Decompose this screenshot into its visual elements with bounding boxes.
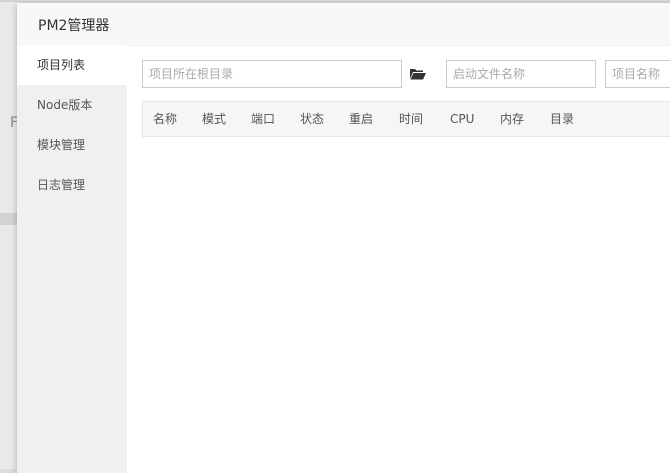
sidebar-item-log-management[interactable]: 日志管理	[17, 165, 127, 205]
column-header-memory: 内存	[500, 112, 525, 126]
dialog-title: PM2管理器	[38, 18, 110, 34]
sidebar-item-module-management[interactable]: 模块管理	[17, 125, 127, 165]
project-name-input[interactable]	[605, 60, 670, 88]
start-file-input[interactable]	[446, 60, 596, 88]
project-list-panel: 名称 模式 端口 状态 重启 时间 CPU 内存 目录	[127, 45, 670, 473]
column-header-mode: 模式	[202, 112, 227, 126]
project-table-header: 名称 模式 端口 状态 重启 时间 CPU 内存 目录	[142, 101, 670, 137]
sidebar-item-node-version[interactable]: Node版本	[17, 85, 127, 125]
column-header-restart: 重启	[349, 112, 374, 126]
dialog-header[interactable]: PM2管理器	[17, 3, 670, 46]
background-band	[0, 0, 17, 2]
column-header-status: 状态	[300, 112, 325, 126]
sidebar: 项目列表 Node版本 模块管理 日志管理	[17, 45, 127, 473]
column-header-port: 端口	[251, 112, 276, 126]
folder-open-icon[interactable]	[408, 64, 428, 84]
sidebar-item-project-list[interactable]: 项目列表	[17, 45, 127, 85]
column-header-time: 时间	[399, 112, 424, 126]
background-band	[0, 213, 17, 225]
column-header-directory: 目录	[550, 112, 575, 126]
background-page	[0, 0, 17, 469]
column-header-name: 名称	[153, 112, 178, 126]
pm2-manager-dialog: PM2管理器 项目列表 Node版本 模块管理 日志管理 名称 模式 端口 状态…	[17, 3, 670, 473]
project-path-input[interactable]	[142, 60, 402, 88]
column-header-cpu: CPU	[450, 112, 475, 126]
